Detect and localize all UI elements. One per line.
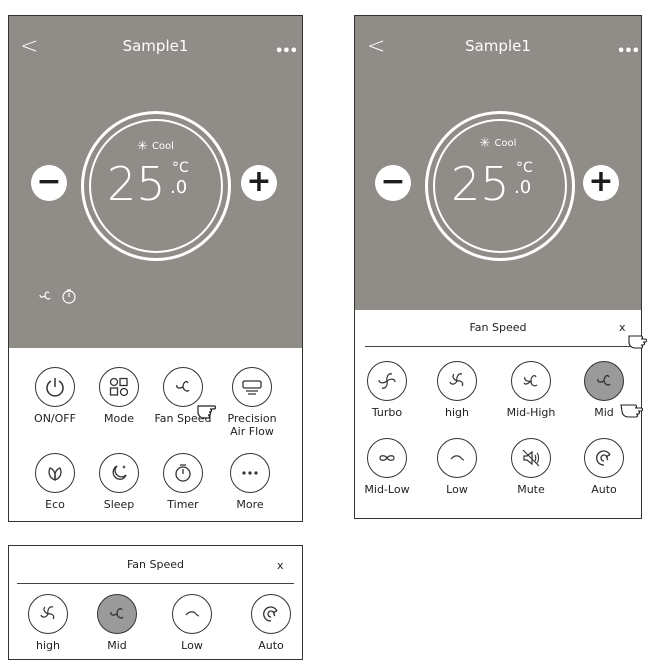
fan-speed-mute-label: Mute bbox=[517, 483, 545, 496]
more-menu-button[interactable]: ••• bbox=[275, 44, 298, 59]
mode-label: Cool bbox=[494, 138, 517, 149]
decrease-temperature-button[interactable]: − bbox=[375, 165, 411, 201]
fan-speed-sheet-title: Fan Speed bbox=[469, 321, 527, 334]
fan-speed-mid-low-label: Mid-Low bbox=[364, 483, 410, 496]
fan-mid-icon bbox=[97, 594, 137, 634]
pointing-hand-icon bbox=[628, 335, 648, 349]
more-button[interactable]: More bbox=[220, 453, 280, 511]
fan-speed-turbo-option[interactable]: Turbo bbox=[360, 361, 414, 419]
fan-high-icon bbox=[28, 594, 68, 634]
temperature-unit: °C bbox=[172, 160, 189, 176]
fan-speed-mid-low-option[interactable]: Mid-Low bbox=[360, 438, 414, 496]
fan-speed-turbo-label: Turbo bbox=[371, 406, 403, 419]
fan-speed-divider bbox=[365, 346, 633, 347]
page-title: Sample1 bbox=[465, 37, 531, 55]
fan-low-icon bbox=[172, 594, 212, 634]
fan-speed-low-option[interactable]: Low bbox=[430, 438, 484, 496]
pointing-hand-icon bbox=[197, 405, 217, 419]
snowflake-icon: ✳ bbox=[137, 139, 148, 154]
airflow-icon bbox=[232, 367, 272, 407]
thermostat-area: < Sample1 ••• ✳ Cool 25 °C .0 − + bbox=[9, 16, 302, 348]
fan-speed-high-label: high bbox=[36, 639, 60, 652]
fan-turbo-icon bbox=[367, 361, 407, 401]
mode-label: Cool bbox=[151, 141, 174, 152]
fan-mid-low-icon bbox=[367, 438, 407, 478]
eco-button[interactable]: Eco bbox=[25, 453, 85, 511]
timer-icon bbox=[163, 453, 203, 493]
thermostat-area: < Sample1 ••• ✳ Cool 25 °C .0 − + bbox=[355, 16, 641, 310]
more-label: More bbox=[236, 498, 264, 511]
sleep-button[interactable]: Sleep bbox=[89, 453, 149, 511]
fan-speed-low-label: Low bbox=[181, 639, 203, 652]
auto-icon bbox=[251, 594, 291, 634]
pointing-hand-icon bbox=[620, 404, 644, 418]
decrease-temperature-button[interactable]: − bbox=[31, 165, 67, 201]
fan-speed-auto-label: Auto bbox=[258, 639, 284, 652]
moon-icon bbox=[99, 453, 139, 493]
temperature-unit: °C bbox=[516, 160, 533, 176]
fan-speed-mid-label: Mid bbox=[107, 639, 127, 652]
mode-label: Mode bbox=[104, 412, 134, 425]
fan-speed-close-button[interactable]: x bbox=[277, 559, 284, 572]
fan-speed-auto-option[interactable]: Auto bbox=[577, 438, 631, 496]
on-off-label: ON/OFF bbox=[34, 412, 76, 425]
fan-speed-mute-option[interactable]: Mute bbox=[504, 438, 558, 496]
fan-speed-high-option[interactable]: high bbox=[21, 594, 75, 652]
fan-speed-low-label: Low bbox=[446, 483, 468, 496]
timer-label: Timer bbox=[167, 498, 199, 511]
sleep-label: Sleep bbox=[103, 498, 135, 511]
temperature-fraction: .0 bbox=[170, 177, 188, 198]
increase-temperature-button[interactable]: + bbox=[583, 165, 619, 201]
temperature-value: 25 bbox=[107, 157, 166, 211]
power-icon bbox=[35, 367, 75, 407]
phone-screen-main: < Sample1 ••• ✳ Cool 25 °C .0 − + ON/OFF … bbox=[8, 15, 303, 522]
fan-low-icon bbox=[437, 438, 477, 478]
leaf-icon bbox=[35, 453, 75, 493]
auto-icon bbox=[584, 438, 624, 478]
mute-icon bbox=[511, 438, 551, 478]
fan-speed-high-label: high bbox=[445, 406, 469, 419]
fan-mid-icon bbox=[584, 361, 624, 401]
ellipsis-icon bbox=[230, 453, 270, 493]
fan-speed-sheet-title: Fan Speed bbox=[126, 558, 184, 571]
fan-speed-mid-option[interactable]: Mid bbox=[90, 594, 144, 652]
increase-temperature-button[interactable]: + bbox=[241, 165, 277, 201]
fan-speed-close-button[interactable]: x bbox=[619, 321, 626, 334]
temperature-fraction: .0 bbox=[514, 177, 532, 198]
eco-label: Eco bbox=[45, 498, 65, 511]
fan-speed-low-option[interactable]: Low bbox=[165, 594, 219, 652]
fan-speed-divider bbox=[17, 583, 294, 584]
temperature-value: 25 bbox=[451, 157, 510, 211]
fan-mid-high-icon bbox=[511, 361, 551, 401]
fan-speed-high-option[interactable]: high bbox=[430, 361, 484, 419]
fan-speed-mid-high-label: Mid-High bbox=[506, 406, 556, 419]
mode-grid-icon bbox=[99, 367, 139, 407]
fan-speed-auto-option[interactable]: Auto bbox=[244, 594, 298, 652]
timer-icon bbox=[62, 289, 76, 304]
phone-screen-fan-speed: < Sample1 ••• ✳ Cool 25 °C .0 − + Fan Spe… bbox=[354, 15, 642, 519]
snowflake-icon: ✳ bbox=[479, 136, 491, 151]
mode-indicator: ✳ Cool bbox=[9, 139, 302, 154]
fan-icon bbox=[39, 291, 51, 300]
timer-button[interactable]: Timer bbox=[153, 453, 213, 511]
mode-indicator: ✳ Cool bbox=[355, 136, 641, 151]
mode-button[interactable]: Mode bbox=[89, 367, 149, 425]
fan-speed-compact-panel: Fan Speed x high Mid Low Auto bbox=[8, 545, 303, 660]
more-menu-button[interactable]: ••• bbox=[617, 44, 640, 59]
on-off-button[interactable]: ON/OFF bbox=[25, 367, 85, 425]
status-icons bbox=[37, 288, 77, 304]
page-title: Sample1 bbox=[122, 37, 189, 55]
fan-speed-mid-high-option[interactable]: Mid-High bbox=[501, 361, 561, 419]
fan-speed-auto-label: Auto bbox=[591, 483, 617, 496]
fan-high-icon bbox=[437, 361, 477, 401]
